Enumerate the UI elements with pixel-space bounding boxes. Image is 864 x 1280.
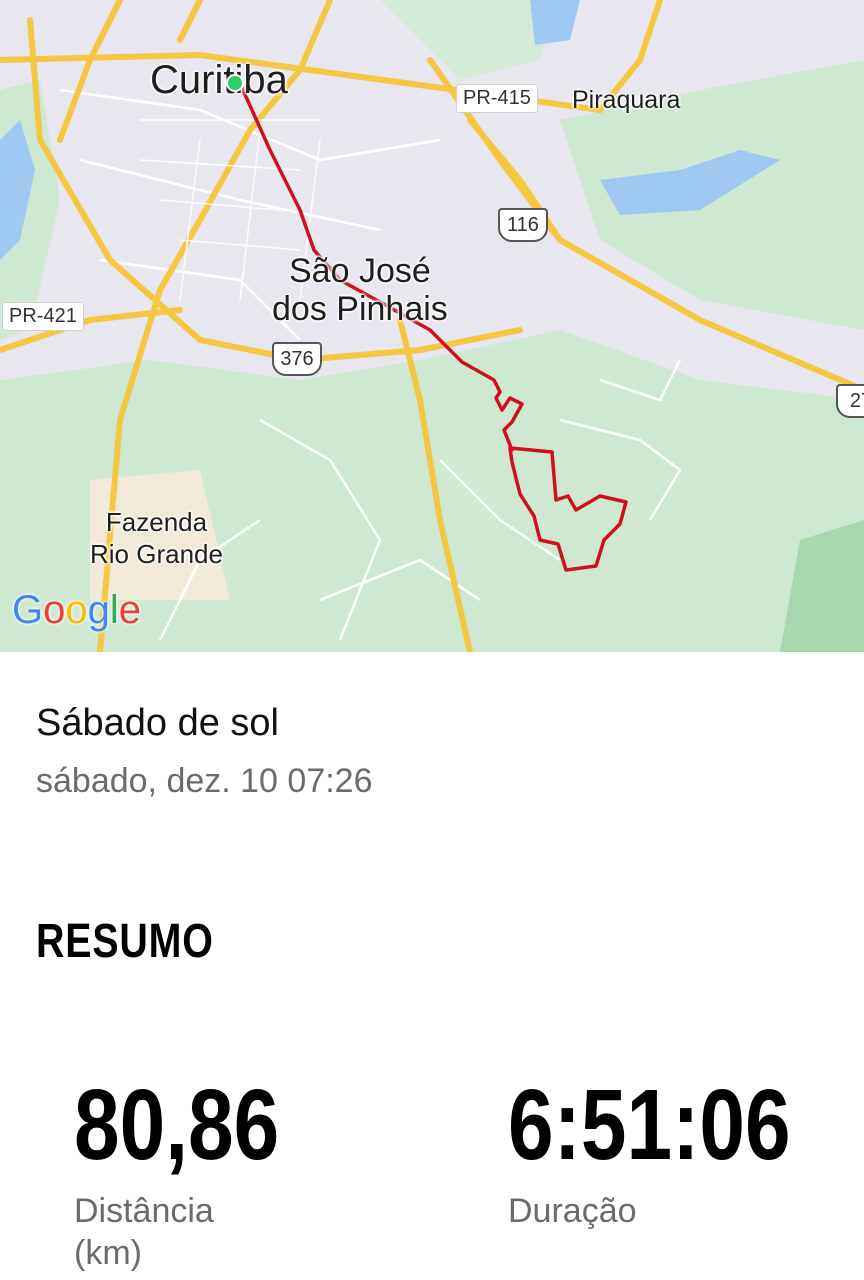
road-badge-pr421: PR-421 bbox=[2, 302, 84, 331]
route-start-marker bbox=[226, 74, 244, 92]
distance-label-line1: Distância bbox=[74, 1192, 214, 1230]
road-badge-pr415: PR-415 bbox=[456, 84, 538, 113]
map-label-sao-jose: São José dos Pinhais bbox=[272, 252, 448, 328]
map-label-fazenda-rio-grande: Fazenda Rio Grande bbox=[90, 506, 223, 570]
map-label-piraquara: Piraquara bbox=[572, 86, 681, 114]
duration-label: Duração bbox=[508, 1192, 637, 1230]
summary-heading: RESUMO bbox=[36, 915, 214, 968]
map-label-curitiba: Curitiba bbox=[150, 58, 288, 102]
duration-value: 6:51:06 bbox=[508, 1069, 791, 1181]
activity-datetime: sábado, dez. 10 07:26 bbox=[36, 762, 373, 800]
map-label-sao-jose-line2: dos Pinhais bbox=[272, 290, 448, 328]
road-shield-376: 376 bbox=[272, 342, 322, 376]
map-label-fazenda-line1: Fazenda bbox=[105, 507, 208, 537]
map-label-sao-jose-line1: São José bbox=[289, 252, 431, 290]
map-label-fazenda-line2: Rio Grande bbox=[90, 539, 223, 569]
distance-label: Distância (km) bbox=[74, 1190, 214, 1274]
road-shield-116: 116 bbox=[498, 208, 548, 242]
map-view[interactable]: Curitiba São José dos Pinhais Piraquara … bbox=[0, 0, 864, 652]
distance-value: 80,86 bbox=[74, 1069, 280, 1181]
activity-title: Sábado de sol bbox=[36, 702, 279, 744]
road-shield-27: 27 bbox=[836, 384, 864, 418]
distance-label-line2: (km) bbox=[74, 1234, 142, 1272]
google-logo: Google bbox=[12, 588, 142, 632]
